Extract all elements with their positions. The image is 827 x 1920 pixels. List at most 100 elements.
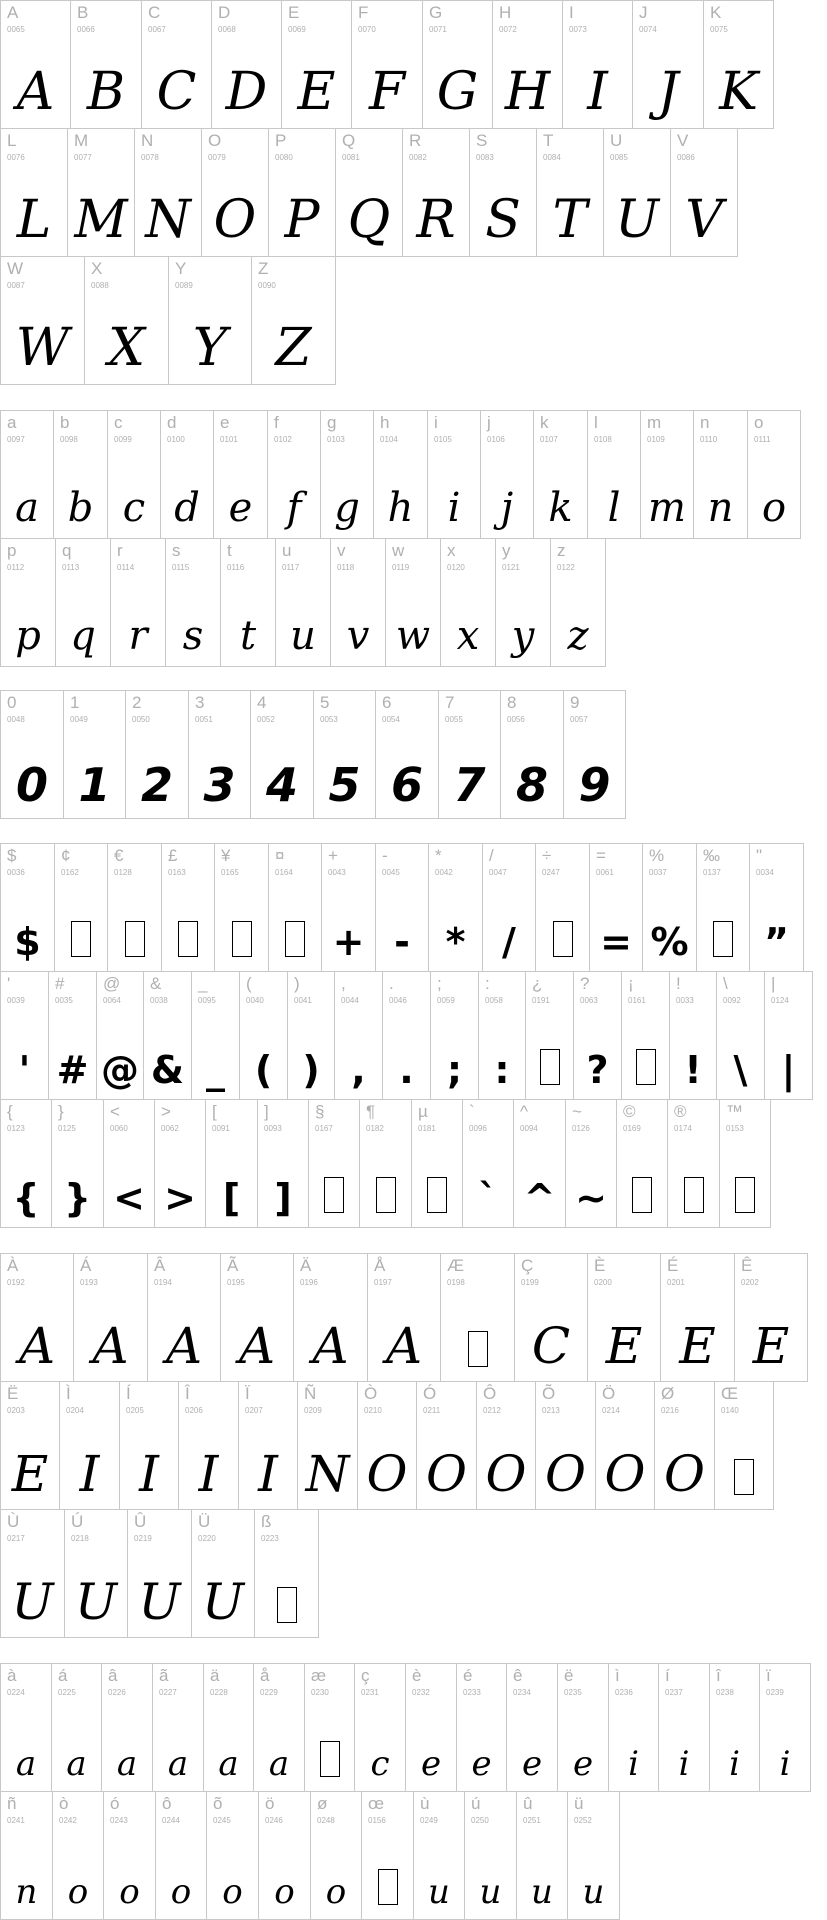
glyph-label: ! — [676, 974, 681, 993]
glyph-code: 0241 — [7, 1816, 25, 1825]
glyph-cell-0163: £0163 — [161, 843, 215, 972]
glyph-cell-0061: = 0061 = — [589, 843, 643, 972]
glyph-label: ô — [162, 1794, 172, 1813]
glyph-cell-0075: K 0075 K — [703, 0, 774, 129]
glyph-label: f — [274, 413, 279, 432]
glyph-label: - — [382, 846, 388, 865]
glyph-sample: : — [494, 1048, 510, 1092]
glyph-sample: ^ — [523, 1176, 556, 1220]
glyph-cell-0058: : 0058: — [478, 971, 526, 1100]
glyph-label: Ò — [364, 1384, 378, 1403]
missing-glyph-box — [735, 1177, 755, 1213]
glyph-sample: a — [167, 1744, 189, 1784]
glyph-label: , — [341, 974, 346, 993]
glyph-cell-0077: M 0077 M — [67, 128, 135, 257]
glyph-cell-0100: d 0100 d — [160, 410, 214, 539]
missing-glyph-box — [71, 921, 91, 957]
glyph-cell-0087: W 0087 W — [0, 256, 85, 385]
glyph-code: 0252 — [574, 1816, 592, 1825]
glyph-label: [ — [212, 1102, 217, 1121]
glyph-sample: _ — [206, 1048, 225, 1092]
glyph-sample: i — [779, 1744, 791, 1784]
glyph-label: ^ — [520, 1102, 528, 1121]
glyph-label: w — [392, 541, 405, 560]
glyph-cell-0037: % 0037% — [642, 843, 697, 972]
glyph-code: 0220 — [198, 1534, 216, 1543]
glyph-code: 0063 — [580, 996, 598, 1005]
glyph-cell-0104: h 0104 h — [373, 410, 428, 539]
glyph-cell-0045: - 0045 - — [375, 843, 429, 972]
glyph-cell-0216: Ø 0216 O — [654, 1381, 715, 1510]
glyph-sample: o — [170, 1872, 192, 1912]
glyph-code: 0161 — [628, 996, 646, 1005]
glyph-sample: ; — [446, 1048, 463, 1092]
glyph-cell-0060: <0060 < — [103, 1099, 155, 1228]
glyph-code: 0243 — [110, 1816, 128, 1825]
glyph-code: 0245 — [213, 1816, 231, 1825]
glyph-code: 0198 — [447, 1278, 465, 1287]
glyph-label: ö — [265, 1794, 275, 1813]
glyph-label: Y — [175, 259, 187, 278]
glyph-code: 0193 — [80, 1278, 98, 1287]
glyph-cell-0137: ‰ 0137 — [696, 843, 750, 972]
glyph-code: 0182 — [366, 1124, 384, 1133]
glyph-cell-0053: 5 0053 5 — [313, 690, 376, 819]
glyph-sample: i — [447, 485, 461, 531]
glyph-cell-0093: ] 0093] — [257, 1099, 309, 1228]
glyph-cell-0063: ? 0063? — [573, 971, 622, 1100]
glyph-label: & — [150, 974, 162, 993]
glyph-sample: D — [225, 62, 268, 122]
glyph-cell-0197: Å 0197 A — [367, 1253, 441, 1382]
glyph-sample: a — [15, 485, 39, 531]
glyph-code: 0246 — [265, 1816, 283, 1825]
glyph-sample: e — [521, 1744, 543, 1784]
glyph-label: É — [667, 1256, 679, 1275]
glyph-label: * — [435, 846, 442, 865]
glyph-sample: o — [325, 1872, 347, 1912]
glyph-code: 0115 — [172, 563, 190, 572]
glyph-label: 3 — [195, 693, 205, 712]
glyph-label: # — [55, 974, 65, 993]
glyph-label: . — [389, 974, 394, 993]
glyph-cell-0236: ì 0236 i — [608, 1663, 659, 1792]
glyph-sample: a — [218, 1744, 239, 1784]
glyph-cell-0167: § 0167 — [308, 1099, 360, 1228]
glyph-code: 0062 — [161, 1124, 179, 1133]
glyph-label: _ — [198, 974, 208, 993]
glyph-sample: z — [567, 613, 589, 659]
glyph-label: è — [412, 1666, 422, 1685]
glyph-code: 0045 — [382, 868, 400, 877]
glyph-sample: E — [752, 1317, 790, 1375]
glyph-label: { — [7, 1102, 13, 1121]
glyph-sample: a — [15, 1744, 37, 1784]
glyph-code: 0076 — [7, 153, 25, 162]
glyph-label: 7 — [445, 693, 455, 712]
glyph-code: 0068 — [218, 25, 236, 34]
glyph-label: ï — [766, 1666, 771, 1685]
glyph-cell-0052: 4 0052 4 — [250, 690, 314, 819]
glyph-cell-0126: ~0126 ~ — [565, 1099, 617, 1228]
glyph-sample: ) — [302, 1048, 320, 1092]
glyph-label: c — [114, 413, 123, 432]
glyph-label: ¤ — [275, 846, 285, 865]
glyph-sample: u — [531, 1872, 553, 1912]
glyph-code: 0103 — [327, 435, 345, 444]
glyph-sample: M — [74, 190, 128, 250]
glyph-cell-0195: Ã 0195 A — [220, 1253, 294, 1382]
glyph-code: 0237 — [665, 1688, 683, 1697]
glyph-cell-0106: j 0106 j — [480, 410, 534, 539]
glyph-code: 0053 — [320, 715, 338, 724]
glyph-sample: c — [122, 485, 146, 531]
glyph-cell-0250: ú 0250 u — [464, 1791, 517, 1920]
glyph-cell-0231: ç 0231 c — [354, 1663, 406, 1792]
glyph-label: Z — [258, 259, 269, 278]
glyph-cell-0034: " 0034 ” — [749, 843, 804, 972]
glyph-cell-0123: {0123 { — [0, 1099, 52, 1228]
glyph-sample: $ — [14, 920, 41, 964]
glyph-cell-0209: Ñ 0209 N — [297, 1381, 358, 1510]
glyph-cell-0068: D 0068 D — [211, 0, 282, 129]
glyph-code: 0102 — [274, 435, 292, 444]
glyph-code: 0114 — [117, 563, 135, 572]
glyph-cell-0091: [0091 [ — [205, 1099, 258, 1228]
glyph-cell-0083: S 0083 S — [469, 128, 537, 257]
